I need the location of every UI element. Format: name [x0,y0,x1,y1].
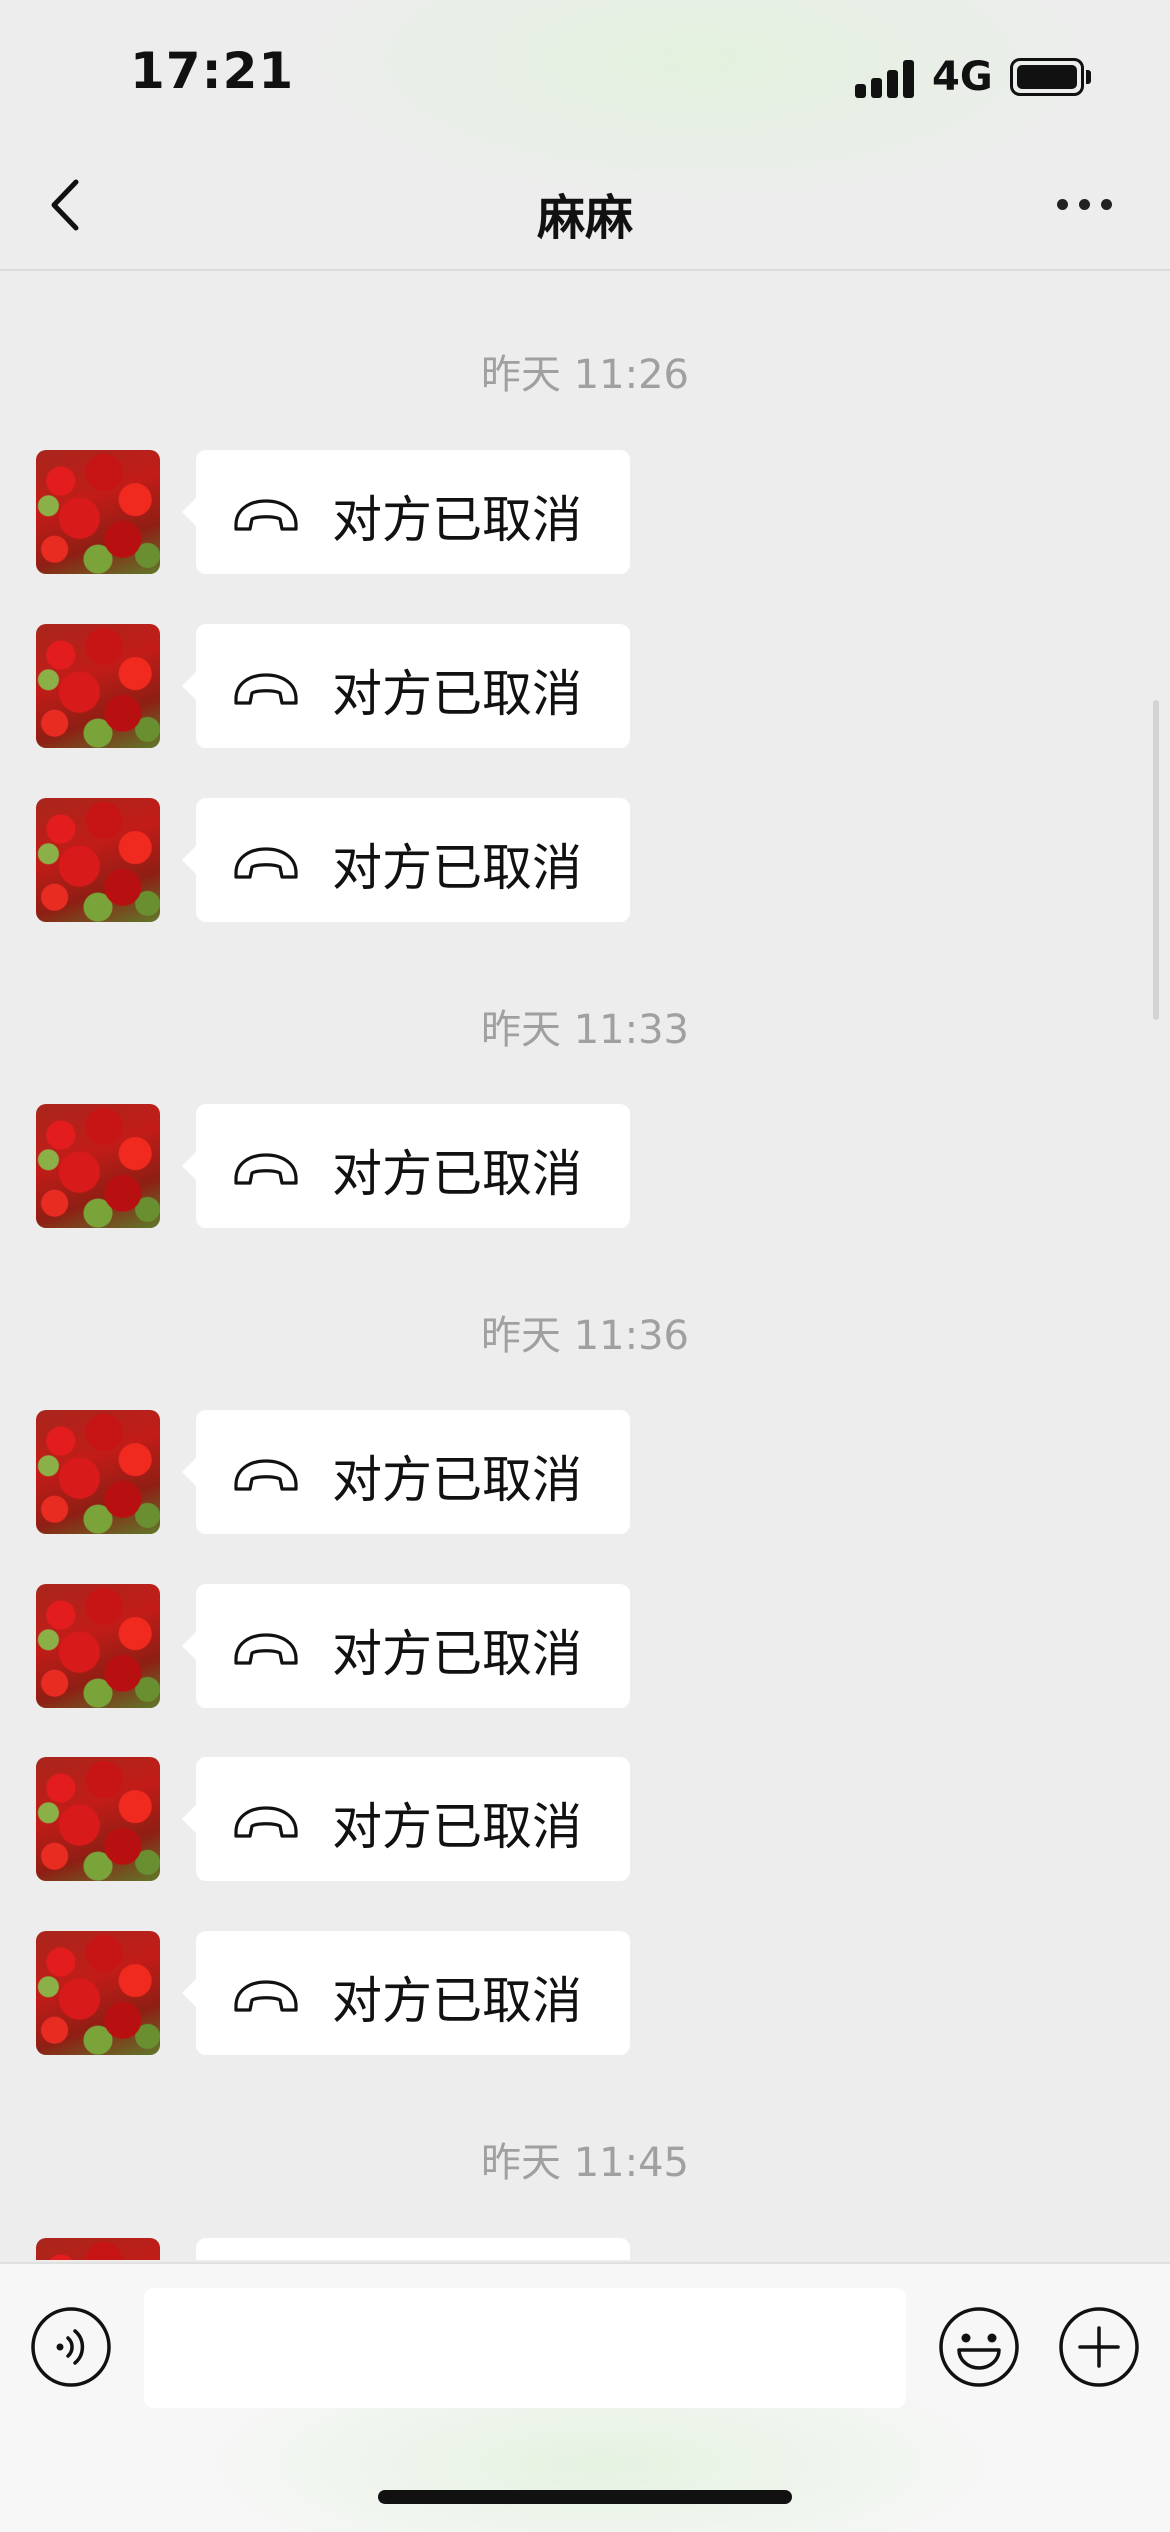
status-time: 17:21 [130,42,295,100]
call-status-label: 对方已取消 [332,491,582,549]
call-bubble[interactable]: 对方已取消 [182,1584,630,1708]
call-message[interactable]: 对方已取消 [0,1584,1170,1708]
ellipsis-icon [1057,199,1068,210]
call-bubble[interactable] [196,2238,630,2260]
call-message[interactable]: 对方已取消 [0,1410,1170,1534]
avatar[interactable] [36,1410,160,1534]
battery-cap [1086,70,1091,84]
call-message[interactable]: 对方已取消 [0,624,1170,748]
call-bubble[interactable]: 对方已取消 [182,624,630,748]
phone-hangup-icon [234,1459,298,1491]
more-functions-button[interactable] [1058,2306,1140,2388]
call-status-label: 对方已取消 [332,1798,582,1856]
signal-bars-icon [855,58,915,98]
phone-hangup-icon [234,1153,298,1185]
call-message[interactable]: 对方已取消 [0,1104,1170,1228]
avatar[interactable] [36,450,160,574]
call-status-label: 对方已取消 [332,1451,582,1509]
call-bubble[interactable]: 对方已取消 [182,798,630,922]
phone-hangup-icon [234,499,298,531]
emoji-icon [939,2307,1019,2387]
call-status-label: 对方已取消 [332,1972,582,2030]
call-bubble[interactable]: 对方已取消 [182,1757,630,1881]
phone-hangup-icon [234,847,298,879]
voice-button[interactable] [30,2306,112,2388]
avatar[interactable] [36,1584,160,1708]
plus-circle-icon [1059,2307,1139,2387]
avatar[interactable] [36,1104,160,1228]
call-status-label: 对方已取消 [332,665,582,723]
more-button[interactable] [1055,196,1115,216]
call-bubble[interactable]: 对方已取消 [182,450,630,574]
call-message[interactable]: 对方已取消 [0,798,1170,922]
phone-hangup-icon [234,1980,298,2012]
timestamp: 昨天 11:33 [481,1007,689,1053]
battery-full-icon [1010,58,1084,96]
voice-input-icon [31,2307,111,2387]
call-message[interactable]: 对方已取消 [0,1931,1170,2055]
avatar[interactable] [36,798,160,922]
timestamp: 昨天 11:26 [481,352,689,398]
avatar[interactable] [36,1757,160,1881]
call-bubble[interactable]: 对方已取消 [182,1104,630,1228]
home-indicator[interactable] [378,2490,792,2504]
call-message-partial[interactable] [0,2238,1170,2260]
phone-hangup-icon [234,1806,298,1838]
top-area: 17:21 4G 麻麻 [0,0,1170,271]
network-type: 4G [932,54,993,100]
call-status-label: 对方已取消 [332,1145,582,1203]
phone-hangup-icon [234,1633,298,1665]
chat-title: 麻麻 [536,190,633,246]
call-bubble[interactable]: 对方已取消 [182,1931,630,2055]
call-message[interactable]: 对方已取消 [0,450,1170,574]
phone-hangup-icon [234,673,298,705]
call-bubble[interactable]: 对方已取消 [182,1410,630,1534]
timestamp: 昨天 11:36 [481,1313,689,1359]
call-status-label: 对方已取消 [332,1625,582,1683]
avatar[interactable] [36,624,160,748]
avatar[interactable] [36,1931,160,2055]
message-input[interactable] [144,2288,906,2408]
emoji-button[interactable] [938,2306,1020,2388]
avatar[interactable] [36,2238,160,2260]
call-message[interactable]: 对方已取消 [0,1757,1170,1881]
call-status-label: 对方已取消 [332,839,582,897]
timestamp: 昨天 11:45 [481,2140,689,2186]
